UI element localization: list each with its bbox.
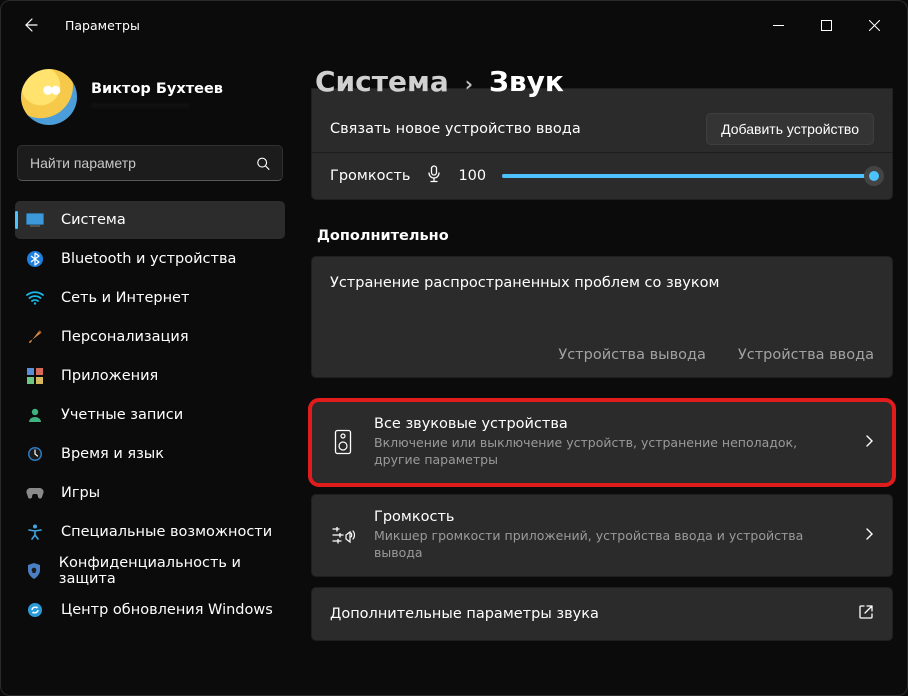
sidebar: Виктор Бухтеев ························ … — [1, 49, 299, 695]
nav-label: Игры — [61, 485, 100, 501]
chevron-right-icon: › — [465, 72, 473, 96]
nav-windows-update[interactable]: Центр обновления Windows — [15, 591, 285, 629]
nav-label: Система — [61, 212, 126, 228]
avatar — [21, 69, 77, 125]
close-icon — [869, 20, 880, 31]
search-box[interactable] — [17, 145, 283, 181]
setting-title: Все звуковые устройства — [374, 416, 846, 432]
nav-network[interactable]: Сеть и Интернет — [15, 279, 285, 317]
volume-label: Громкость — [330, 168, 410, 184]
nav-accounts[interactable]: Учетные записи — [15, 396, 285, 434]
pair-device-label: Связать новое устройство ввода — [330, 121, 581, 137]
section-more-heading: Дополнительно — [317, 228, 893, 244]
main-content: Система › Звук Связать новое устройство … — [299, 49, 907, 695]
titlebar: Параметры — [1, 1, 907, 49]
pair-device-row: Связать новое устройство ввода Добавить … — [312, 105, 892, 153]
setting-title: Дополнительные параметры звука — [330, 606, 840, 622]
nav-apps[interactable]: Приложения — [15, 357, 285, 395]
chevron-right-icon — [864, 433, 874, 452]
search-input[interactable] — [30, 155, 256, 171]
input-devices-link[interactable]: Устройства ввода — [738, 347, 874, 363]
mixer-icon — [330, 525, 356, 545]
update-icon — [25, 600, 45, 620]
volume-value: 100 — [458, 168, 486, 184]
arrow-left-icon — [23, 17, 39, 33]
nav-label: Специальные возможности — [61, 524, 272, 540]
nav-privacy[interactable]: Конфиденциальность и защита — [15, 552, 285, 590]
add-device-button[interactable]: Добавить устройство — [706, 113, 874, 145]
troubleshoot-card: Устранение распространенных проблем со з… — [311, 256, 893, 378]
bluetooth-icon — [25, 249, 45, 269]
nav-label: Приложения — [61, 368, 158, 384]
nav-personalization[interactable]: Персонализация — [15, 318, 285, 356]
close-button[interactable] — [851, 9, 897, 41]
volume-slider[interactable] — [502, 167, 874, 185]
user-name: Виктор Бухтеев — [91, 81, 223, 97]
shield-icon — [25, 561, 43, 581]
setting-title: Громкость — [374, 509, 846, 525]
volume-mixer-row[interactable]: Громкость Микшер громкости приложений, у… — [311, 494, 893, 577]
minimize-button[interactable] — [755, 9, 801, 41]
nav-bluetooth[interactable]: Bluetooth и устройства — [15, 240, 285, 278]
user-account[interactable]: Виктор Бухтеев ························ — [15, 59, 285, 141]
nav-time-language[interactable]: Время и язык — [15, 435, 285, 473]
apps-icon — [25, 366, 45, 386]
more-sound-settings-row[interactable]: Дополнительные параметры звука — [311, 587, 893, 641]
speaker-device-icon — [330, 429, 356, 455]
nav-label: Персонализация — [61, 329, 189, 345]
minimize-icon — [773, 20, 784, 31]
nav-label: Конфиденциальность и защита — [59, 555, 275, 587]
input-device-card: Связать новое устройство ввода Добавить … — [311, 88, 893, 200]
open-external-icon — [858, 604, 874, 624]
accessibility-icon — [25, 522, 45, 542]
nav-gaming[interactable]: Игры — [15, 474, 285, 512]
clock-icon — [25, 444, 45, 464]
microphone-icon[interactable] — [426, 165, 442, 187]
breadcrumb-parent[interactable]: Система — [315, 65, 449, 98]
nav-accessibility[interactable]: Специальные возможности — [15, 513, 285, 551]
all-sound-devices-row[interactable]: Все звуковые устройства Включение или вы… — [311, 401, 893, 484]
nav-system[interactable]: Система — [15, 201, 285, 239]
maximize-button[interactable] — [803, 9, 849, 41]
input-volume-row: Громкость 100 — [312, 153, 892, 199]
nav-list: Система Bluetooth и устройства Сеть и Ин… — [15, 201, 285, 629]
wifi-icon — [25, 288, 45, 308]
breadcrumb-current: Звук — [489, 65, 564, 98]
nav-label: Время и язык — [61, 446, 164, 462]
nav-label: Bluetooth и устройства — [61, 251, 236, 267]
setting-subtitle: Включение или выключение устройств, устр… — [374, 435, 846, 469]
nav-label: Центр обновления Windows — [61, 602, 273, 618]
output-devices-link[interactable]: Устройства вывода — [558, 347, 706, 363]
back-button[interactable] — [17, 11, 45, 39]
user-email: ························ — [91, 99, 223, 113]
gamepad-icon — [25, 483, 45, 503]
brush-icon — [25, 327, 45, 347]
troubleshoot-title: Устранение распространенных проблем со з… — [330, 275, 874, 291]
app-title: Параметры — [65, 18, 140, 33]
user-icon — [25, 405, 45, 425]
maximize-icon — [821, 20, 832, 31]
nav-label: Сеть и Интернет — [61, 290, 189, 306]
system-icon — [25, 210, 45, 230]
nav-label: Учетные записи — [61, 407, 183, 423]
search-icon — [256, 156, 270, 171]
chevron-right-icon — [864, 526, 874, 545]
setting-subtitle: Микшер громкости приложений, устройства … — [374, 528, 846, 562]
